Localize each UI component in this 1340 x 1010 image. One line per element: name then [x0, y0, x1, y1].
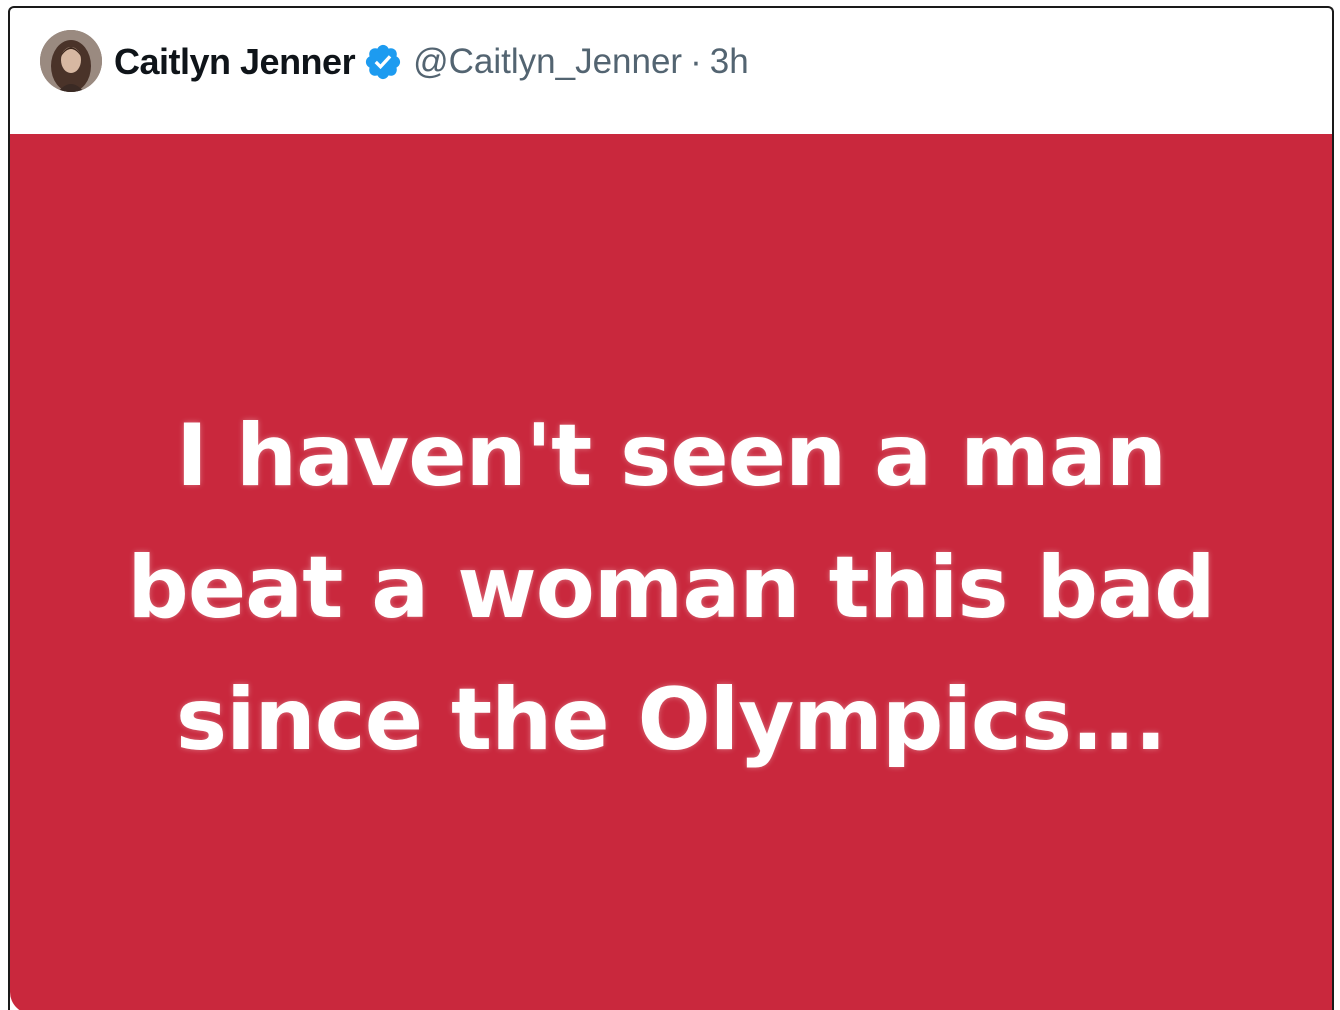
meta-separator: · [690, 42, 702, 81]
tweet-media-image[interactable]: I haven't seen a man beat a woman this b… [10, 134, 1332, 1010]
media-text-line: since the Olympics... [175, 670, 1167, 770]
author-info: Caitlyn Jenner @Caitlyn_Jenner · 3h [114, 38, 749, 86]
tweet-header: Caitlyn Jenner @Caitlyn_Jenner · 3h [10, 8, 1332, 134]
media-caption: I haven't seen a man beat a woman this b… [10, 390, 1332, 786]
tweet-timestamp[interactable]: 3h [710, 42, 749, 82]
author-handle[interactable]: @Caitlyn_Jenner [413, 42, 682, 82]
media-text-line: I haven't seen a man [175, 406, 1167, 506]
tweet-card[interactable]: Caitlyn Jenner @Caitlyn_Jenner · 3h I ha… [8, 6, 1334, 1010]
author-display-name[interactable]: Caitlyn Jenner [114, 41, 356, 83]
verified-badge-icon[interactable] [363, 42, 403, 82]
avatar-image [40, 30, 102, 92]
author-avatar[interactable] [40, 30, 102, 92]
media-text-line: beat a woman this bad [127, 538, 1215, 638]
